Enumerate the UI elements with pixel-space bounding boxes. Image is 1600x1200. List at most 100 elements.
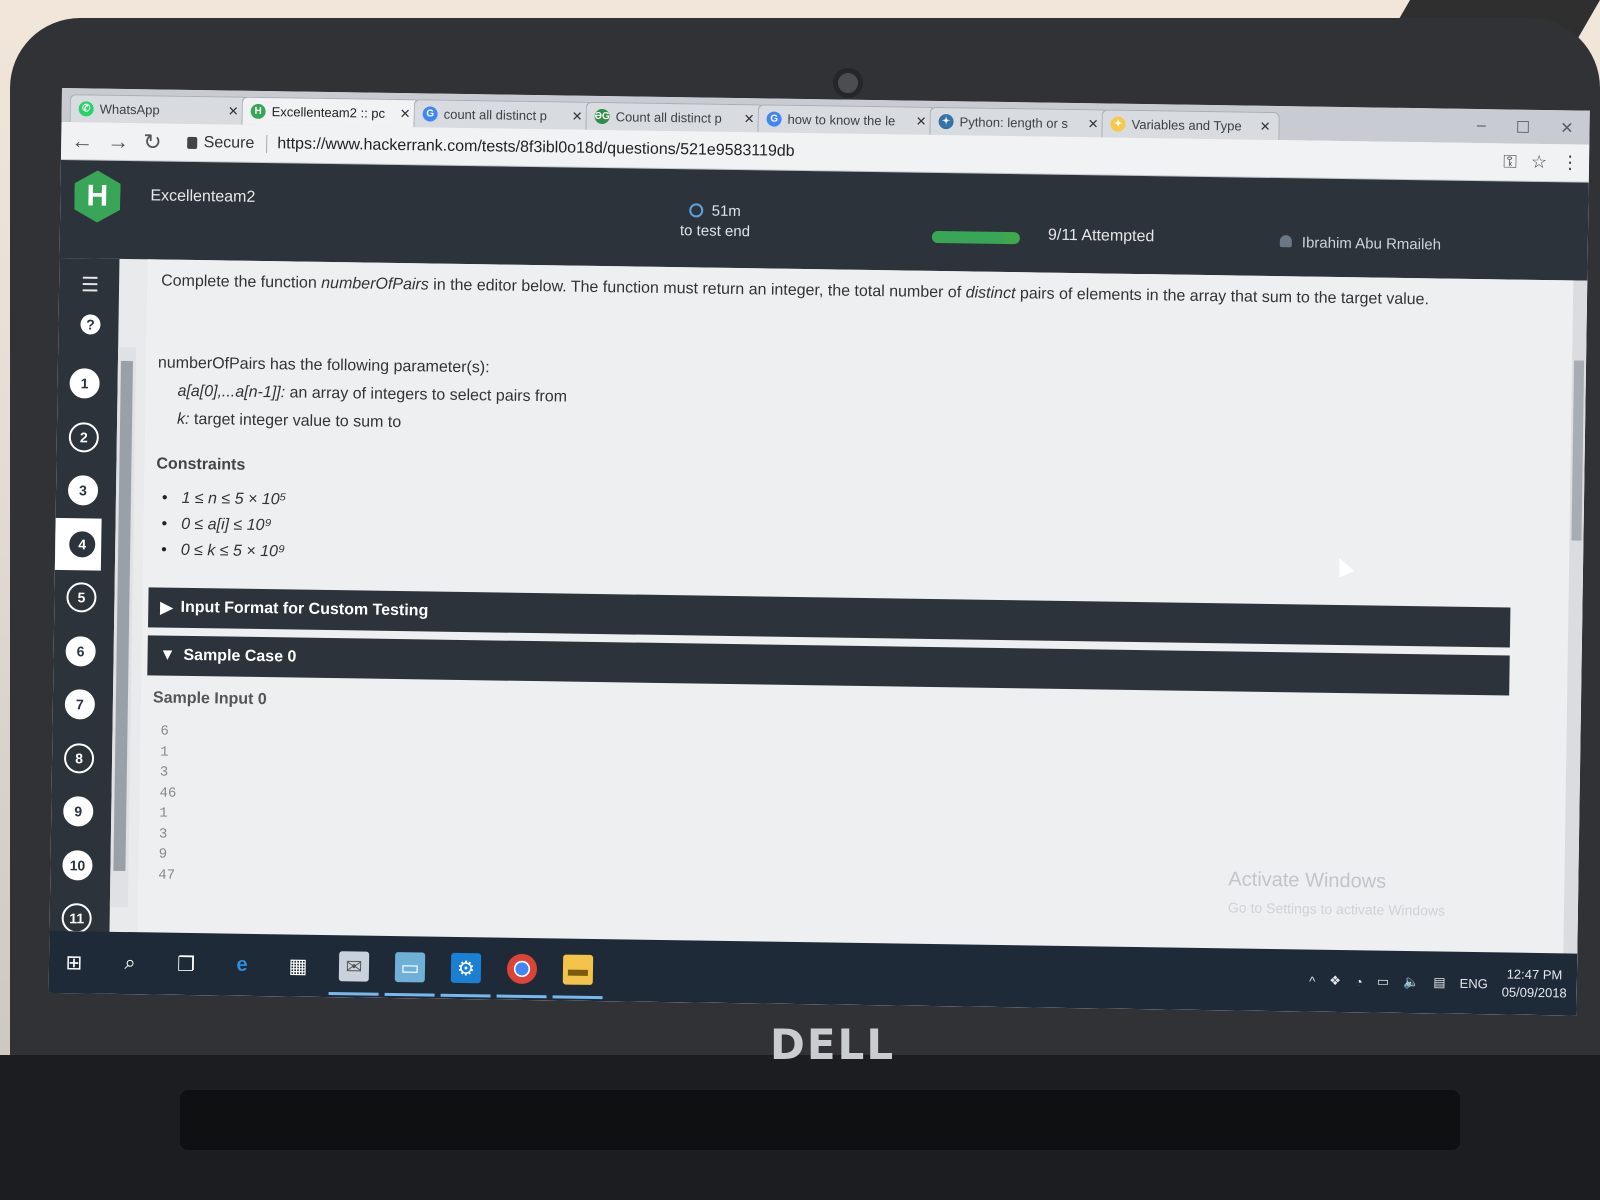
close-tab-icon[interactable]: ✕ <box>572 108 583 124</box>
param-a-desc: an array of integers to select pairs fro… <box>285 384 568 406</box>
star-icon[interactable]: ☆ <box>1531 152 1547 173</box>
question-nav-7[interactable]: 7 <box>64 689 96 720</box>
question-list-icon[interactable]: ☰ <box>81 272 99 297</box>
edge-browser-icon[interactable]: e <box>227 950 257 980</box>
volume-muted-icon[interactable]: 🔈 <box>1403 974 1419 990</box>
user-menu[interactable]: Ibrahim Abu Rmaileh <box>1279 234 1441 253</box>
collapse-triangle-icon: ▼ <box>159 646 176 664</box>
scrollbar-thumb[interactable] <box>113 360 133 872</box>
attempted-progress-bar <box>931 230 1020 245</box>
sample-case-label: Sample Case 0 <box>183 646 297 666</box>
whatsapp-icon: ✆ <box>78 101 94 117</box>
close-tab-icon[interactable]: ✕ <box>228 103 239 119</box>
desc-text-3: pairs of elements in the array that sum … <box>1015 285 1430 309</box>
geeksforgeeks-icon: ƏG <box>594 108 610 125</box>
chrome-icon[interactable] <box>506 953 538 985</box>
battery-icon[interactable]: ▭ <box>1377 974 1390 990</box>
tab-label: Python: length or s <box>959 114 1069 131</box>
tab-label: Count all distinct p <box>615 109 722 126</box>
task-view-icon[interactable]: ❐ <box>171 949 201 979</box>
question-nav-9[interactable]: 9 <box>63 796 94 827</box>
laptop-hinge <box>180 1090 1460 1150</box>
help-icon[interactable]: ? <box>80 314 101 335</box>
secure-label: Secure <box>203 133 255 152</box>
store-icon[interactable]: ▦ <box>283 950 313 980</box>
windows-start-icon[interactable]: ⊞ <box>59 947 89 977</box>
minimize-icon[interactable]: – <box>1477 117 1486 137</box>
python-icon: ✦ <box>938 114 954 130</box>
notifications-icon[interactable]: ▤ <box>1433 974 1446 990</box>
remote-desktop-icon[interactable]: ▭ <box>394 952 426 983</box>
close-tab-icon[interactable]: ✕ <box>916 113 927 129</box>
sample-input-line: 6 <box>160 723 169 740</box>
question-nav-11[interactable]: 11 <box>61 903 92 934</box>
tab-label: Variables and Type <box>1131 116 1242 134</box>
browser-tab[interactable]: ƏG Count all distinct p ✕ <box>585 101 764 133</box>
browser-tab[interactable]: Gcount all distinct p ✕ <box>413 99 592 130</box>
problem-statement: Complete the function numberOfPairs in t… <box>136 259 1588 1016</box>
key-icon[interactable]: ⚿ <box>1503 151 1517 172</box>
taskbar-clock[interactable]: 12:47 PM 05/09/2018 <box>1502 965 1568 1002</box>
input-format-label: Input Format for Custom Testing <box>180 598 429 620</box>
google-icon: G <box>422 106 438 122</box>
wifi-icon[interactable]: ◔ <box>1355 974 1363 989</box>
question-nav-8[interactable]: 8 <box>63 742 95 774</box>
browser-tab[interactable]: ✦ Variables and Type ✕ <box>1101 109 1280 141</box>
menu-dots-icon[interactable]: ⋮ <box>1561 152 1579 173</box>
page-scrollbar-thumb[interactable] <box>1571 360 1585 541</box>
activate-windows-watermark: Activate Windows Go to Settings to activ… <box>1228 865 1446 924</box>
sample-input-line: 47 <box>158 867 176 884</box>
sample-input-line: 1 <box>159 805 168 822</box>
google-icon: G <box>766 111 782 127</box>
dropbox-icon[interactable]: ❖ <box>1329 973 1341 989</box>
back-arrow-icon[interactable]: ← <box>71 128 93 154</box>
browser-tab[interactable]: ✆ WhatsApp ✕ <box>69 94 248 125</box>
desc-text-1: Complete the function <box>161 272 322 292</box>
tray-expand-icon[interactable]: ^ <box>1309 973 1315 988</box>
hackerrank-icon: H <box>250 103 266 120</box>
param-k-name: k: <box>176 410 190 428</box>
close-tab-icon[interactable]: ✕ <box>400 106 411 122</box>
hackerrank-logo[interactable]: H <box>74 170 121 223</box>
url-actions: ⚿ ☆ ⋮ <box>1503 151 1579 173</box>
watermark-title: Activate Windows <box>1228 868 1387 893</box>
settings-gear-icon[interactable]: ⚙ <box>450 952 482 984</box>
sample-input-line: 46 <box>159 785 177 802</box>
user-icon <box>1279 235 1292 248</box>
reload-icon[interactable]: ↻ <box>143 129 162 155</box>
constraints-heading: Constraints <box>156 455 246 474</box>
file-explorer-icon[interactable]: ▬ <box>562 954 594 985</box>
question-nav-6[interactable]: 6 <box>65 635 96 667</box>
question-nav-1[interactable]: 1 <box>69 368 100 399</box>
forward-arrow-icon[interactable]: → <box>107 128 129 154</box>
system-tray: ^ ❖ ◔ ▭ 🔈 ▤ ENG 12:47 PM 05/09/2018 <box>1309 963 1577 1003</box>
app-icon[interactable]: ✉ <box>338 951 370 982</box>
constraint-item: 0 ≤ a[i] ≤ 10⁹ <box>161 512 286 540</box>
close-tab-icon[interactable]: ✕ <box>1260 118 1271 134</box>
secure-indicator[interactable]: Secure <box>187 133 268 153</box>
question-sidebar: ☰ ? 1 2 3 4 5 6 7 8 9 10 11 <box>48 257 120 994</box>
question-nav-3[interactable]: 3 <box>67 475 99 506</box>
maximize-icon[interactable]: ☐ <box>1516 118 1531 138</box>
laptop-base <box>0 1055 1600 1200</box>
close-window-icon[interactable]: ✕ <box>1560 118 1574 138</box>
tab-label: Excellenteam2 :: pc <box>271 104 386 121</box>
browser-tab[interactable]: H Excellenteam2 :: pc ✕ <box>241 96 420 128</box>
close-tab-icon[interactable]: ✕ <box>1088 116 1099 132</box>
parameters-block: numberOfPairs has the following paramete… <box>157 349 568 439</box>
tab-label: how to know the le <box>787 111 896 129</box>
problem-description: Complete the function numberOfPairs in t… <box>161 269 1471 312</box>
sample-input-line: 1 <box>160 744 169 761</box>
question-nav-4[interactable]: 4 <box>67 528 98 560</box>
question-nav-10[interactable]: 10 <box>62 849 93 881</box>
desc-text-2: in the editor below. The function must r… <box>428 276 966 302</box>
search-icon[interactable]: ⌕ <box>115 948 145 978</box>
laptop-screen: ✆ WhatsApp ✕ H Excellenteam2 :: pc ✕ Gcount al… <box>48 88 1590 1016</box>
browser-tab[interactable]: ✦ Python: length or s ✕ <box>929 106 1108 138</box>
language-indicator[interactable]: ENG <box>1460 975 1488 990</box>
close-tab-icon[interactable]: ✕ <box>744 111 755 127</box>
browser-tab[interactable]: Ghow to know the le ✕ <box>757 104 936 135</box>
question-nav-5[interactable]: 5 <box>66 582 97 613</box>
question-nav-2[interactable]: 2 <box>68 421 100 453</box>
param-k-desc: target integer value to sum to <box>189 410 402 432</box>
